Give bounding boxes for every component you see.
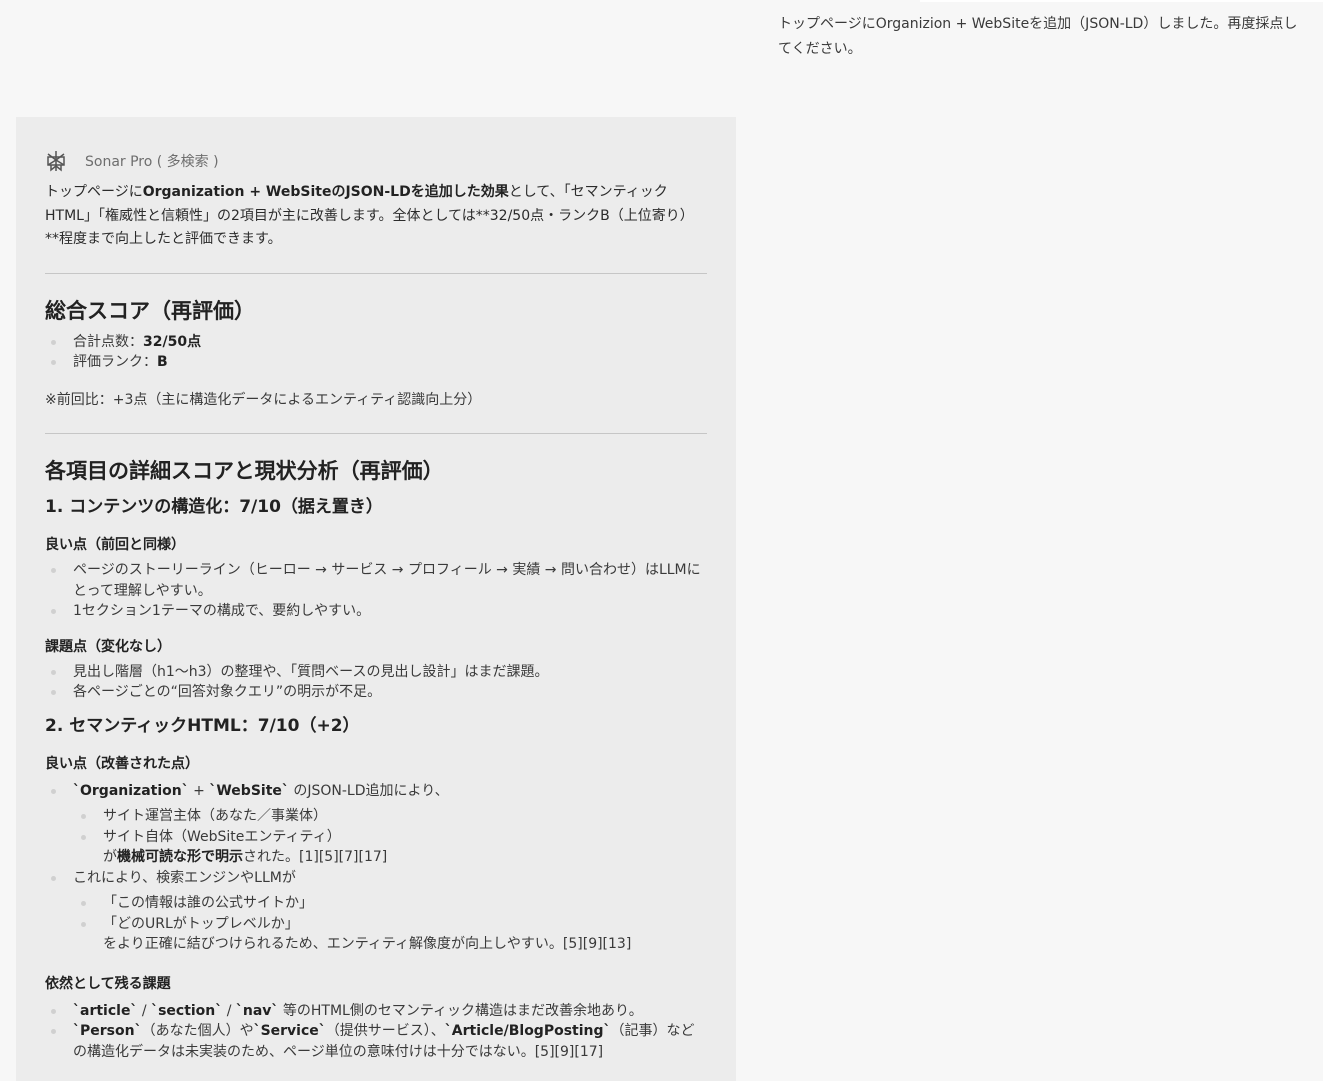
section-1-good-heading: 良い点（前回と同様） xyxy=(45,537,185,553)
total-score-list: 合計点数：32/50点 評価ランク：B xyxy=(45,332,707,373)
intro-paragraph: トップページにOrganization + WebSiteのJSON-LDを追加… xyxy=(45,184,694,247)
list-item: これにより、検索エンジンやLLMが 「この情報は誰の公式サイトか」 「どのURL… xyxy=(51,868,707,955)
assistant-answer: Sonar Pro ( 多検索 ) トップページにOrganization + … xyxy=(16,117,736,1081)
diff-note: ※前回比：+3点（主に構造化データによるエンティティ認識向上分） xyxy=(45,391,482,408)
sub-list: サイト運営主体（あなた／事業体） サイト自体（WebSiteエンティティ） xyxy=(73,806,707,847)
detail-heading: 各項目の詳細スコアと現状分析（再評価） xyxy=(45,459,444,483)
list-item: サイト運営主体（あなた／事業体） xyxy=(81,806,707,827)
section-1-issue-list: 見出し階層（h1〜h3）の整理や、「質問ベースの見出し設計」はまだ課題。 各ペー… xyxy=(45,662,707,703)
model-header: Sonar Pro ( 多検索 ) xyxy=(45,149,707,173)
section-1-good-list: ページのストーリーライン（ヒーロー → サービス → プロフィール → 実績 →… xyxy=(45,560,707,622)
list-item: `Person`（あなた個人）や`Service`（提供サービス）、`Artic… xyxy=(51,1021,707,1062)
list-item: `Organization` + `WebSite` のJSON-LD追加により… xyxy=(51,781,707,868)
list-item: 「この情報は誰の公式サイトか」 xyxy=(81,893,707,914)
perplexity-icon xyxy=(45,150,67,172)
list-item: `article` / `section` / `nav` 等のHTML側のセマ… xyxy=(51,1001,707,1022)
list-item: サイト自体（WebSiteエンティティ） xyxy=(81,827,707,848)
list-item: ページのストーリーライン（ヒーロー → サービス → プロフィール → 実績 →… xyxy=(51,560,707,601)
section-1-issue-heading: 課題点（変化なし） xyxy=(45,638,171,655)
sub-list: 「この情報は誰の公式サイトか」 「どのURLがトップレベルか」 xyxy=(73,893,707,934)
list-item: 「どのURLがトップレベルか」 xyxy=(81,914,707,935)
list-item: 各ページごとの“回答対象クエリ”の明示が不足。 xyxy=(51,682,707,703)
list-item: 評価ランク：B xyxy=(51,352,707,373)
divider xyxy=(45,433,707,434)
section-2-remain-list: `article` / `section` / `nav` 等のHTML側のセマ… xyxy=(45,1001,707,1063)
section-2-remain-heading: 依然として残る課題 xyxy=(45,975,171,992)
list-item: 見出し階層（h1〜h3）の整理や、「質問ベースの見出し設計」はまだ課題。 xyxy=(51,662,707,683)
list-item: 1セクション1テーマの構成で、要約しやすい。 xyxy=(51,601,707,622)
total-score-heading: 総合スコア（再評価） xyxy=(45,298,255,323)
section-2-good-heading: 良い点（改善された点） xyxy=(45,755,199,772)
divider xyxy=(45,272,707,274)
list-item: 合計点数：32/50点 xyxy=(51,332,707,353)
user-message: トップページにOrganizion + WebSiteを追加（JSON-LD）し… xyxy=(778,16,1298,57)
model-name: Sonar Pro ( 多検索 ) xyxy=(85,154,219,170)
section-2-good-list: `Organization` + `WebSite` のJSON-LD追加により… xyxy=(45,781,707,955)
top-divider xyxy=(920,0,1323,2)
section-2-heading: 2. セマンティックHTML：7/10（+2） xyxy=(45,715,360,736)
section-1-heading: 1. コンテンツの構造化：7/10（据え置き） xyxy=(45,497,383,517)
